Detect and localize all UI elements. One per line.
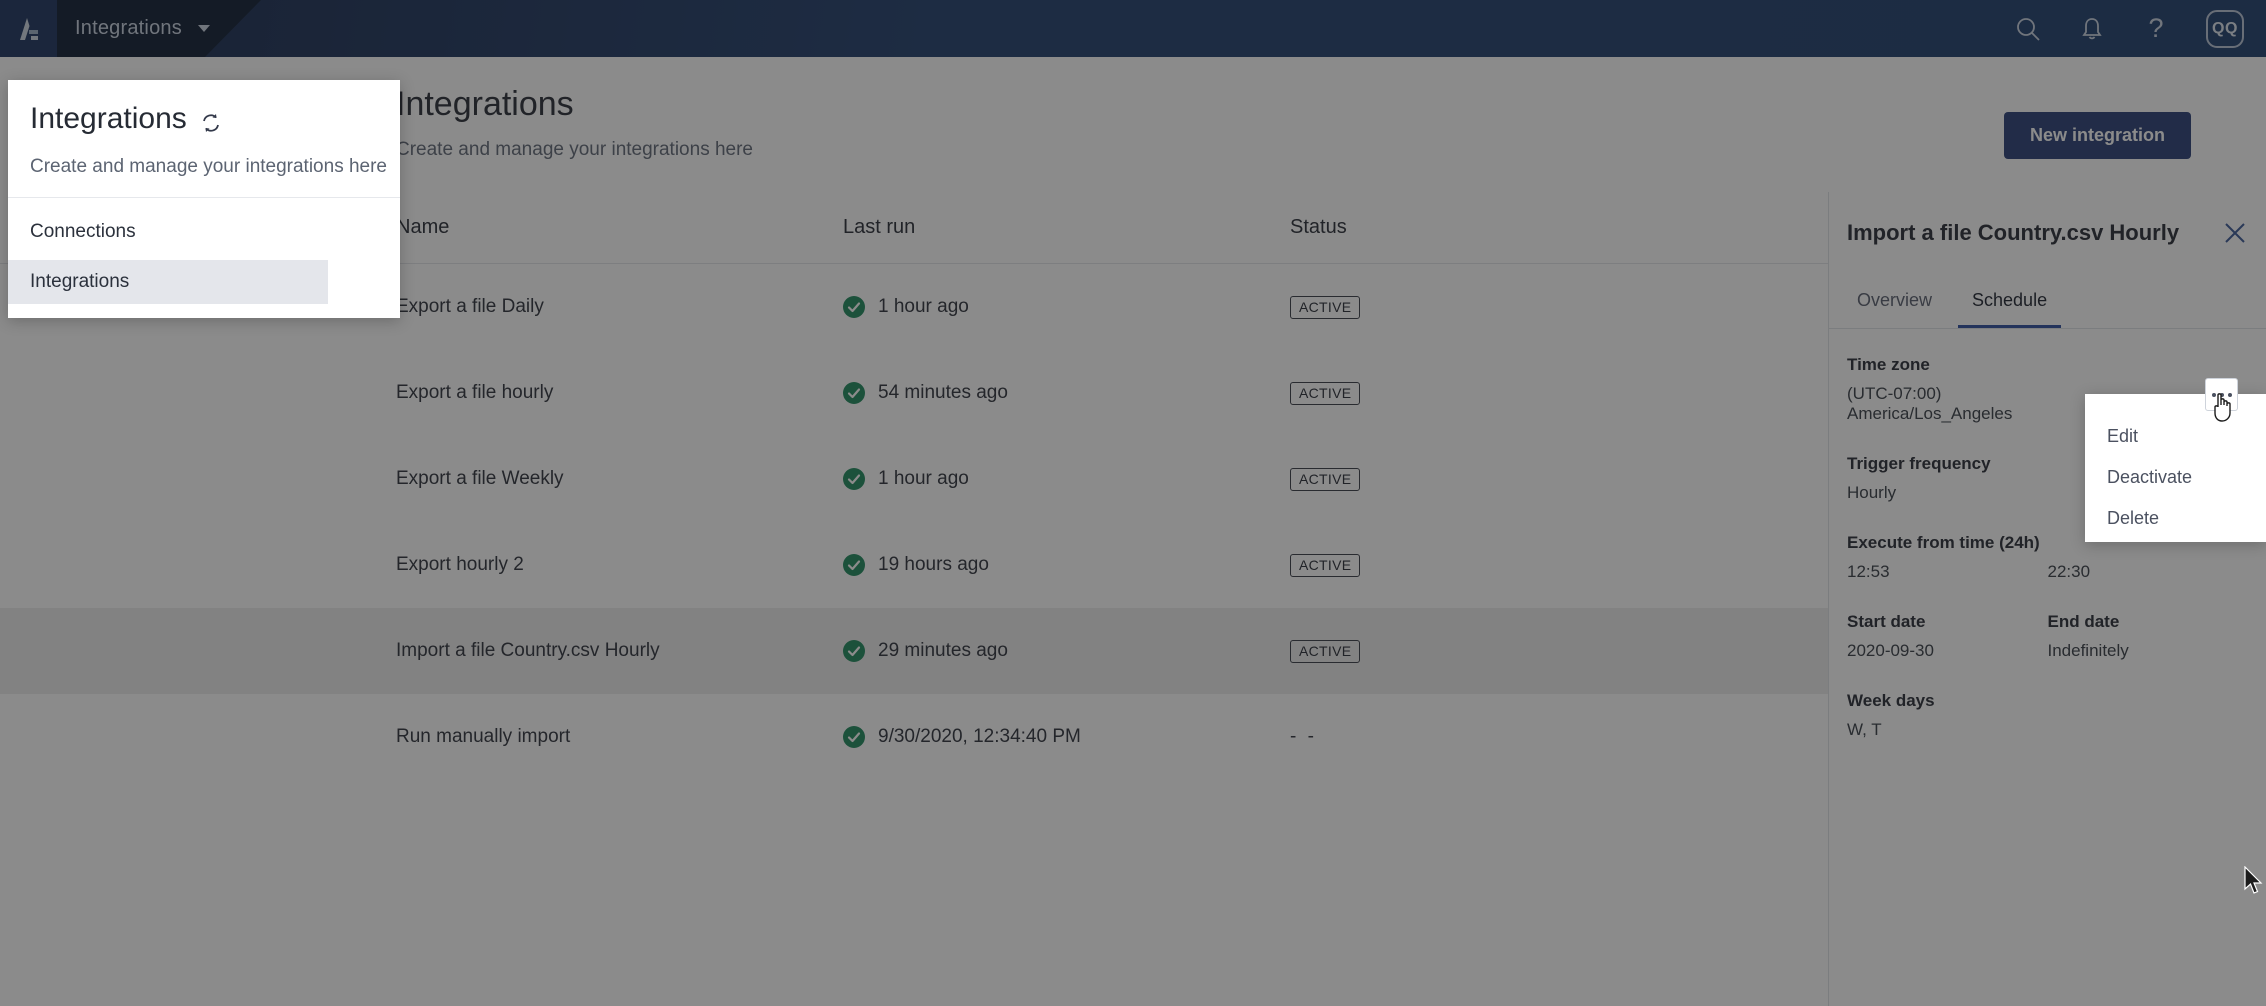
- nav-dropdown-divider: [8, 197, 400, 198]
- context-menu-item-deactivate[interactable]: Deactivate: [2085, 457, 2266, 498]
- context-menu: Edit Deactivate Delete: [2085, 394, 2266, 542]
- sidebar-item-connections[interactable]: Connections: [8, 210, 328, 254]
- nav-dropdown-subtitle: Create and manage your integrations here: [30, 156, 388, 177]
- integrations-nav-dropdown: Integrations Create and manage your inte…: [8, 80, 400, 318]
- nav-dropdown-title: Integrations: [30, 102, 222, 136]
- sync-icon: [200, 108, 222, 132]
- context-menu-item-delete[interactable]: Delete: [2085, 498, 2266, 539]
- arrow-cursor: [2243, 865, 2265, 896]
- app-root: Integrations Create and manage your inte…: [0, 0, 2266, 1006]
- sidebar-item-integrations[interactable]: Integrations: [8, 260, 328, 304]
- context-menu-item-edit[interactable]: Edit: [2085, 416, 2266, 457]
- hand-cursor: [2210, 392, 2236, 422]
- nav-dropdown-title-text: Integrations: [30, 102, 187, 135]
